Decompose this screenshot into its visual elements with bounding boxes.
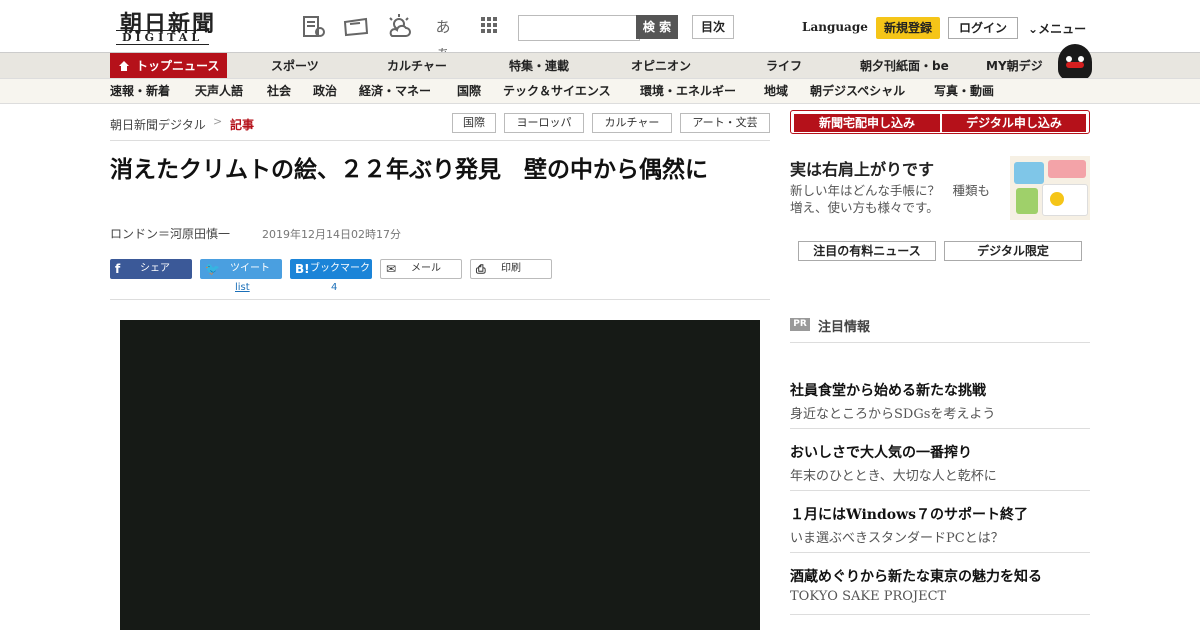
- pr-item-subtitle: 身近なところからSDGsを考えよう: [790, 407, 996, 422]
- twitter-icon: 🐦: [205, 262, 220, 276]
- hatena-label: ブックマーク: [310, 263, 370, 274]
- secondary-nav: 速報・新着 天声人語 社会 政治 経済・マネー 国際 テック＆サイエンス 環境・…: [0, 78, 1200, 104]
- pr-item-title[interactable]: １月にはWindows７のサポート終了: [790, 504, 1028, 524]
- pr-badge: PR: [790, 318, 810, 331]
- hatena-count[interactable]: 4: [331, 282, 337, 293]
- divider: [790, 552, 1090, 553]
- nav2-item-economy[interactable]: 経済・マネー: [359, 79, 431, 103]
- subscribe-box: 新聞宅配申し込み デジタル申し込み: [790, 110, 1090, 134]
- nav-item-my[interactable]: MY朝デジ: [986, 53, 1043, 79]
- print-button[interactable]: ⎙ 印刷: [470, 259, 552, 279]
- nav2-item-breaking[interactable]: 速報・新着: [110, 79, 170, 103]
- chevron-down-icon: ⌄: [1028, 22, 1039, 36]
- divider: [110, 140, 770, 141]
- print-icon: ⎙: [476, 262, 486, 276]
- tag-culture[interactable]: カルチャー: [592, 113, 672, 133]
- twitter-list-link[interactable]: list: [235, 282, 250, 293]
- article-byline: ロンドン＝河原田慎一: [110, 227, 231, 241]
- promo-text: 新しい年はどんな手帳に？ 種類も増え、使い方も様々です。: [790, 183, 991, 215]
- twitter-share-button[interactable]: 🐦 ツイート: [200, 259, 282, 279]
- facebook-icon: f: [115, 262, 121, 276]
- promo-title[interactable]: 実は右肩上がりです: [790, 156, 934, 180]
- tag-art[interactable]: アート・文芸: [680, 113, 770, 133]
- tag-europe[interactable]: ヨーロッパ: [504, 113, 584, 133]
- nav2-item-tensei[interactable]: 天声人語: [195, 79, 243, 103]
- nav-item-paper[interactable]: 朝夕刊紙面・be: [860, 53, 949, 79]
- pr-item-title[interactable]: 社員食堂から始める新たな挑戦: [790, 380, 986, 400]
- divider: [790, 614, 1090, 615]
- site-header: 朝日新聞 DIGITAL あぁ 検 索 目次 Language 新規登録 ログイ…: [0, 0, 1200, 62]
- nav2-item-tech[interactable]: テック＆サイエンス: [503, 79, 611, 103]
- nav-top-news[interactable]: トップニュース: [110, 53, 228, 79]
- nav-item-features[interactable]: 特集・連載: [509, 53, 569, 79]
- search-input[interactable]: [518, 15, 640, 41]
- font-size-icon[interactable]: あぁ: [430, 14, 456, 62]
- nav2-item-politics[interactable]: 政治: [313, 79, 337, 103]
- mail-icon: ✉: [386, 262, 397, 276]
- language-link[interactable]: Language: [802, 20, 868, 34]
- mail-label: メール: [411, 263, 441, 274]
- facebook-share-button[interactable]: f シェア: [110, 259, 192, 279]
- nav2-item-international[interactable]: 国際: [457, 79, 481, 103]
- login-button[interactable]: ログイン: [948, 17, 1018, 39]
- menu-button[interactable]: ⌄メニュー: [1028, 20, 1086, 37]
- toc-button[interactable]: 目次: [692, 15, 734, 39]
- pr-heading: 注目情報: [818, 320, 871, 335]
- nav2-item-society[interactable]: 社会: [267, 79, 291, 103]
- pr-item-subtitle: いま選ぶべきスタンダードPCとは？: [790, 531, 1004, 546]
- pr-item-subtitle: 年末のひととき、大切な人と乾杯に: [790, 469, 997, 484]
- nav2-item-special[interactable]: 朝デジスペシャル: [810, 79, 905, 103]
- order-digital-button[interactable]: デジタル申し込み: [942, 114, 1086, 132]
- promo-image[interactable]: [1010, 156, 1090, 220]
- primary-nav: トップニュース スポーツ カルチャー 特集・連載 オピニオン ライフ 朝夕刊紙面…: [0, 52, 1200, 79]
- tag-international[interactable]: 国際: [452, 113, 496, 133]
- weather-icon[interactable]: [386, 14, 412, 40]
- digital-only-button[interactable]: デジタル限定: [944, 241, 1082, 261]
- article-date: 2019年12月14日02時17分: [262, 228, 401, 241]
- divider: [110, 299, 770, 300]
- paid-news-button[interactable]: 注目の有料ニュース: [798, 241, 936, 261]
- breadcrumb-current: 記事: [230, 118, 255, 132]
- nav2-item-region[interactable]: 地域: [764, 79, 788, 103]
- nav-item-life[interactable]: ライフ: [766, 53, 802, 79]
- grid-icon[interactable]: [476, 14, 502, 40]
- nav-item-sports[interactable]: スポーツ: [271, 53, 319, 79]
- nav-item-opinion[interactable]: オピニオン: [631, 53, 691, 79]
- divider: [790, 428, 1090, 429]
- nav-top-news-label: トップニュース: [136, 59, 220, 73]
- breadcrumb-home[interactable]: 朝日新聞デジタル: [110, 116, 206, 133]
- search-button[interactable]: 検 索: [636, 15, 678, 39]
- site-logo-sub: DIGITAL: [116, 30, 210, 45]
- nav2-item-environment[interactable]: 環境・エネルギー: [640, 79, 736, 103]
- twitter-share-label: ツイート: [230, 263, 270, 274]
- pr-item-title[interactable]: 酒蔵めぐりから新たな東京の魅力を知る: [790, 566, 1042, 586]
- hatena-icon: B!: [295, 262, 310, 276]
- nav2-item-photo[interactable]: 写真・動画: [934, 79, 994, 103]
- article-headline: 消えたクリムトの絵、２２年ぶり発見 壁の中から偶然に: [110, 157, 708, 183]
- order-paper-button[interactable]: 新聞宅配申し込み: [794, 114, 940, 132]
- mascot-beak: [1066, 62, 1084, 68]
- hatena-bookmark-button[interactable]: B! ブックマーク: [290, 259, 372, 279]
- print-label: 印刷: [501, 263, 521, 274]
- mail-share-button[interactable]: ✉ メール: [380, 259, 462, 279]
- nav-item-culture[interactable]: カルチャー: [387, 53, 447, 79]
- pr-item-subtitle: TOKYO SAKE PROJECT: [790, 589, 947, 604]
- menu-label: メニュー: [1038, 22, 1087, 36]
- breadcrumb-separator: >: [213, 115, 223, 128]
- paper-icon[interactable]: [300, 14, 326, 40]
- register-button[interactable]: 新規登録: [876, 17, 940, 39]
- facebook-share-label: シェア: [140, 263, 170, 274]
- divider: [790, 342, 1090, 343]
- pr-item-title[interactable]: おいしさで大人気の一番搾り: [790, 442, 972, 462]
- ticket-icon[interactable]: [342, 14, 369, 40]
- article-video[interactable]: [120, 320, 760, 630]
- divider: [790, 490, 1090, 491]
